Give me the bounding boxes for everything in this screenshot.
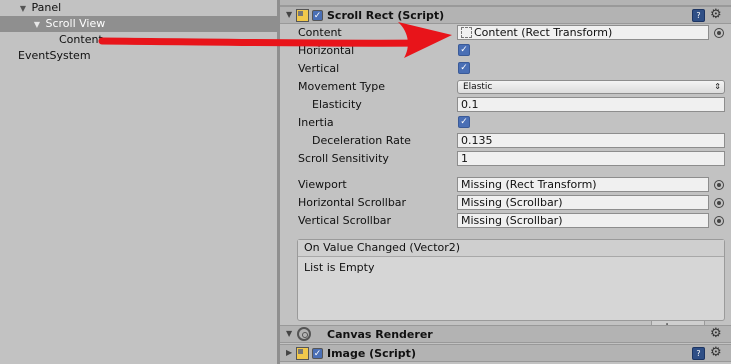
component-enabled-checkbox[interactable]: ✓ bbox=[312, 10, 323, 21]
viewport-label: Viewport bbox=[298, 178, 347, 191]
component-enabled-checkbox[interactable]: ✓ bbox=[312, 348, 323, 359]
hierarchy-item-content[interactable]: Content bbox=[0, 32, 277, 48]
horizontal-scrollbar-field[interactable]: Missing (Scrollbar) bbox=[457, 195, 709, 210]
hierarchy-panel: ▼ Panel ▼ Scroll View Content EventSyste… bbox=[0, 0, 277, 364]
vertical-scrollbar-field[interactable]: Missing (Scrollbar) bbox=[457, 213, 709, 228]
horizontal-label: Horizontal bbox=[298, 44, 355, 57]
scroll-rect-header[interactable]: ▼ ✓ Scroll Rect (Script) ? ⚙ bbox=[280, 6, 731, 24]
fold-arrow-icon[interactable]: ▶ bbox=[286, 348, 292, 357]
elasticity-field[interactable]: 0.1 bbox=[457, 97, 725, 112]
gear-icon[interactable]: ⚙ bbox=[710, 345, 722, 361]
movement-type-dropdown[interactable]: Elastic ⇕ bbox=[457, 80, 725, 94]
movement-type-label: Movement Type bbox=[298, 80, 386, 93]
scroll-sensitivity-field[interactable]: 1 bbox=[457, 151, 725, 166]
help-book-icon[interactable]: ? bbox=[692, 347, 705, 360]
fold-arrow-icon[interactable]: ▼ bbox=[286, 329, 292, 338]
deceleration-rate-field[interactable]: 0.135 bbox=[457, 133, 725, 148]
vertical-checkbox[interactable]: ✓ bbox=[458, 62, 470, 74]
script-icon bbox=[296, 9, 309, 22]
hierarchy-item-label: Scroll View bbox=[45, 17, 106, 30]
gear-icon[interactable]: ⚙ bbox=[710, 326, 722, 342]
on-value-changed-event: On Value Changed (Vector2) List is Empty bbox=[297, 239, 725, 321]
dropdown-arrows-icon: ⇕ bbox=[714, 82, 721, 91]
expand-arrow-icon[interactable]: ▼ bbox=[32, 17, 42, 33]
object-picker-icon[interactable] bbox=[714, 198, 724, 208]
vertical-label: Vertical bbox=[298, 62, 340, 75]
inertia-checkbox[interactable]: ✓ bbox=[458, 116, 470, 128]
hierarchy-item-label: EventSystem bbox=[18, 49, 91, 62]
object-picker-icon[interactable] bbox=[714, 216, 724, 226]
fold-arrow-icon[interactable]: ▼ bbox=[286, 10, 292, 19]
vertical-scrollbar-label: Vertical Scrollbar bbox=[298, 214, 392, 227]
horizontal-checkbox[interactable]: ✓ bbox=[458, 44, 470, 56]
inspector-panel: ▼ ✓ Scroll Rect (Script) ? ⚙ Content Con… bbox=[280, 0, 731, 364]
scroll-sensitivity-label: Scroll Sensitivity bbox=[298, 152, 389, 165]
deceleration-rate-label: Deceleration Rate bbox=[312, 134, 411, 147]
content-field[interactable]: Content (Rect Transform) bbox=[457, 25, 709, 40]
hierarchy-item-panel[interactable]: ▼ Panel bbox=[0, 0, 277, 16]
component-title: Scroll Rect (Script) bbox=[327, 9, 445, 22]
content-label: Content bbox=[298, 26, 342, 39]
image-header[interactable]: ▶ ✓ Image (Script) ? ⚙ bbox=[280, 344, 731, 362]
gear-icon[interactable]: ⚙ bbox=[710, 7, 722, 23]
movement-type-value: Elastic bbox=[463, 82, 493, 92]
hierarchy-item-scroll-view[interactable]: ▼ Scroll View bbox=[0, 16, 277, 32]
rect-transform-icon bbox=[461, 27, 472, 38]
object-picker-icon[interactable] bbox=[714, 180, 724, 190]
hierarchy-item-label: Panel bbox=[31, 1, 62, 14]
event-empty-text: List is Empty bbox=[304, 261, 375, 274]
canvas-renderer-icon bbox=[297, 327, 311, 341]
script-icon bbox=[296, 347, 309, 360]
horizontal-scrollbar-label: Horizontal Scrollbar bbox=[298, 196, 407, 209]
elasticity-label: Elasticity bbox=[312, 98, 362, 111]
object-picker-icon[interactable] bbox=[714, 28, 724, 38]
viewport-field[interactable]: Missing (Rect Transform) bbox=[457, 177, 709, 192]
hierarchy-item-eventsystem[interactable]: EventSystem bbox=[0, 48, 277, 64]
canvas-renderer-header[interactable]: ▼ Canvas Renderer ⚙ bbox=[280, 325, 731, 343]
content-field-value: Content (Rect Transform) bbox=[474, 26, 613, 39]
component-title: Image (Script) bbox=[327, 347, 416, 360]
inertia-label: Inertia bbox=[298, 116, 334, 129]
help-book-icon[interactable]: ? bbox=[692, 9, 705, 22]
event-header: On Value Changed (Vector2) bbox=[298, 240, 724, 257]
expand-arrow-icon[interactable]: ▼ bbox=[18, 1, 28, 17]
hierarchy-item-label: Content bbox=[59, 33, 103, 46]
component-title: Canvas Renderer bbox=[327, 328, 433, 341]
